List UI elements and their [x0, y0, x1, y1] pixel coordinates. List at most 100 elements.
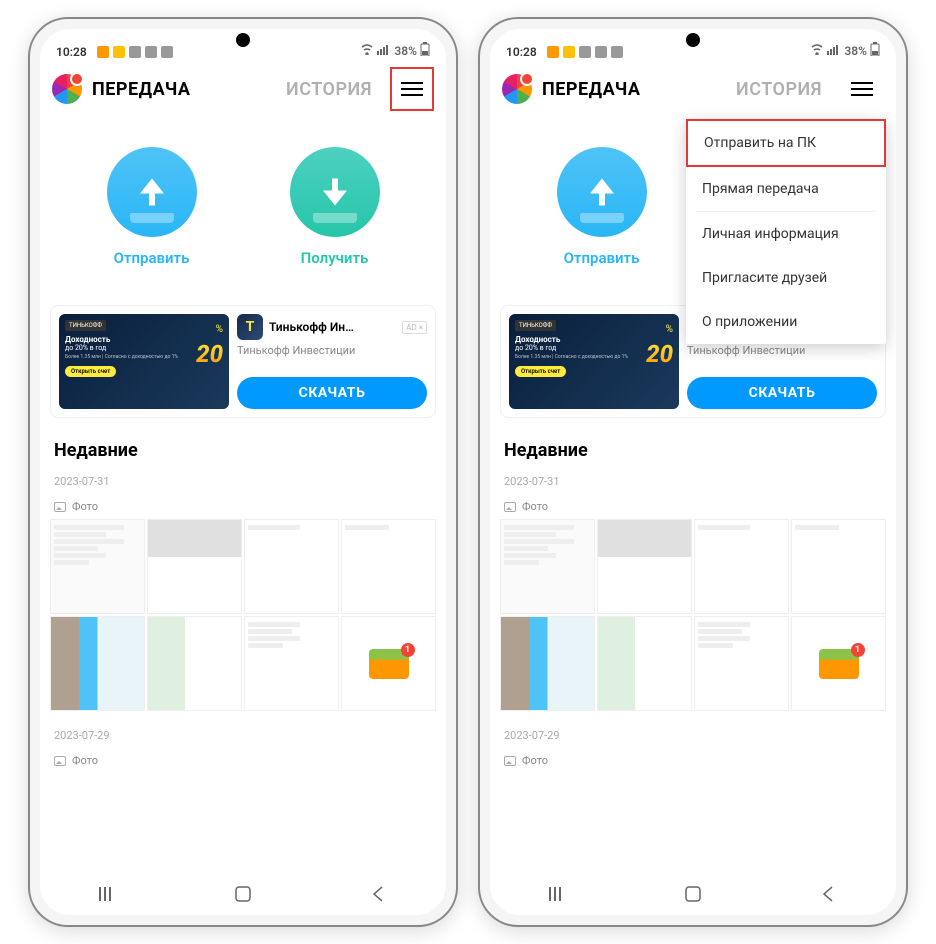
- arrow-up-icon: [584, 174, 620, 210]
- status-icon-app4: [145, 46, 157, 58]
- category-photo[interactable]: Фото: [490, 746, 896, 773]
- system-nav-bar: [490, 873, 896, 915]
- ad-app-icon: Т: [237, 314, 263, 340]
- ad-image: ТИНЬКОФФ Доходность до 20% в год Более 1…: [59, 314, 229, 409]
- signal-icon: [377, 43, 391, 58]
- chest-icon: [369, 649, 409, 679]
- app-logo[interactable]: [52, 74, 82, 104]
- home-button[interactable]: [683, 884, 703, 904]
- thumbnail[interactable]: [244, 616, 339, 711]
- ad-info: Т Тинькофф Ин… AD × Тинькофф Инвестиции …: [237, 314, 427, 409]
- phone-right: 10:28 38% ПЕРЕДАЧА ИСТОРИЯ От: [478, 17, 908, 927]
- photo-grid: [40, 519, 446, 711]
- thumbnail[interactable]: [50, 616, 145, 711]
- thumbnail[interactable]: [500, 616, 595, 711]
- menu-item-about[interactable]: О приложении: [686, 300, 886, 344]
- date-label: 2023-07-31: [40, 471, 446, 492]
- signal-icon: [827, 43, 841, 58]
- download-button[interactable]: СКАЧАТЬ: [687, 377, 877, 409]
- tab-transfer[interactable]: ПЕРЕДАЧА: [92, 79, 191, 100]
- status-icon-app3: [579, 46, 591, 58]
- date-label: 2023-07-29: [40, 725, 446, 746]
- send-label: Отправить: [114, 249, 190, 267]
- menu-item-send-to-pc[interactable]: Отправить на ПК: [686, 119, 886, 167]
- image-icon: [504, 756, 516, 766]
- date-label: 2023-07-31: [490, 471, 896, 492]
- thumbnail[interactable]: [791, 519, 886, 614]
- status-time: 10:28: [506, 45, 537, 59]
- battery-percent: 38%: [844, 44, 867, 58]
- menu-button[interactable]: [390, 67, 434, 111]
- receive-button[interactable]: Получить: [290, 147, 380, 267]
- recents-button[interactable]: [98, 884, 118, 904]
- battery-icon: [420, 42, 430, 59]
- send-button[interactable]: Отправить: [557, 147, 647, 267]
- menu-item-invite-friends[interactable]: Пригласите друзей: [686, 256, 886, 300]
- thumbnail[interactable]: [500, 519, 595, 614]
- ad-image: ТИНЬКОФФ Доходность до 20% в год Более 1…: [509, 314, 679, 409]
- status-icon-app1: [547, 46, 559, 58]
- ad-subtitle: Тинькофф Инвестиции: [237, 344, 427, 357]
- home-button[interactable]: [233, 884, 253, 904]
- thumbnail[interactable]: [597, 519, 692, 614]
- thumbnail[interactable]: [50, 519, 145, 614]
- thumbnail[interactable]: [597, 616, 692, 711]
- dropdown-menu: Отправить на ПК Прямая передача Личная и…: [686, 119, 886, 344]
- tab-transfer[interactable]: ПЕРЕДАЧА: [542, 79, 641, 100]
- category-photo[interactable]: Фото: [490, 492, 896, 519]
- screen-left: 10:28 38% ПЕРЕД: [40, 29, 446, 915]
- top-nav: ПЕРЕДАЧА ИСТОРИЯ: [40, 61, 446, 117]
- back-button[interactable]: [818, 884, 838, 904]
- thumbnail[interactable]: [341, 616, 436, 711]
- send-label: Отправить: [564, 249, 640, 267]
- menu-item-direct-transfer[interactable]: Прямая передача: [686, 167, 886, 211]
- thumbnail[interactable]: [244, 519, 339, 614]
- status-icon-app2: [563, 46, 575, 58]
- back-button[interactable]: [368, 884, 388, 904]
- menu-button[interactable]: [840, 67, 884, 111]
- action-row: Отправить Получить: [40, 117, 446, 277]
- battery-percent: 38%: [394, 44, 417, 58]
- category-photo[interactable]: Фото: [40, 746, 446, 773]
- recent-title: Недавние: [490, 418, 896, 471]
- ad-badge[interactable]: AD ×: [402, 321, 427, 334]
- system-nav-bar: [40, 873, 446, 915]
- arrow-down-icon: [317, 174, 353, 210]
- tab-history[interactable]: ИСТОРИЯ: [736, 79, 822, 100]
- thumbnail[interactable]: [694, 519, 789, 614]
- menu-item-personal-info[interactable]: Личная информация: [686, 212, 886, 256]
- phone-left: 10:28 38% ПЕРЕД: [28, 17, 458, 927]
- image-icon: [504, 502, 516, 512]
- status-time: 10:28: [56, 45, 87, 59]
- tray-icon: [130, 213, 174, 223]
- image-icon: [54, 756, 66, 766]
- status-icon-app5: [611, 46, 623, 58]
- category-photo[interactable]: Фото: [40, 492, 446, 519]
- date-label: 2023-07-29: [490, 725, 896, 746]
- thumbnail[interactable]: [147, 519, 242, 614]
- ad-card[interactable]: ТИНЬКОФФ Доходность до 20% в год Более 1…: [50, 305, 436, 418]
- thumbnail[interactable]: [791, 616, 886, 711]
- app-logo[interactable]: [502, 74, 532, 104]
- download-button[interactable]: СКАЧАТЬ: [237, 377, 427, 409]
- send-button[interactable]: Отправить: [107, 147, 197, 267]
- recent-title: Недавние: [40, 418, 446, 471]
- thumbnail[interactable]: [694, 616, 789, 711]
- ad-subtitle: Тинькофф Инвестиции: [687, 344, 877, 357]
- tray-icon: [580, 213, 624, 223]
- receive-label: Получить: [301, 249, 369, 267]
- status-icon-app4: [595, 46, 607, 58]
- thumbnail[interactable]: [147, 616, 242, 711]
- wifi-icon: [360, 43, 374, 58]
- status-icon-app3: [129, 46, 141, 58]
- camera-notch: [686, 33, 700, 47]
- tab-history[interactable]: ИСТОРИЯ: [286, 79, 372, 100]
- status-icon-app2: [113, 46, 125, 58]
- thumbnail[interactable]: [341, 519, 436, 614]
- recents-button[interactable]: [548, 884, 568, 904]
- status-icon-app1: [97, 46, 109, 58]
- image-icon: [54, 502, 66, 512]
- photo-grid: [490, 519, 896, 711]
- screen-right: 10:28 38% ПЕРЕДАЧА ИСТОРИЯ От: [490, 29, 896, 915]
- status-icon-app5: [161, 46, 173, 58]
